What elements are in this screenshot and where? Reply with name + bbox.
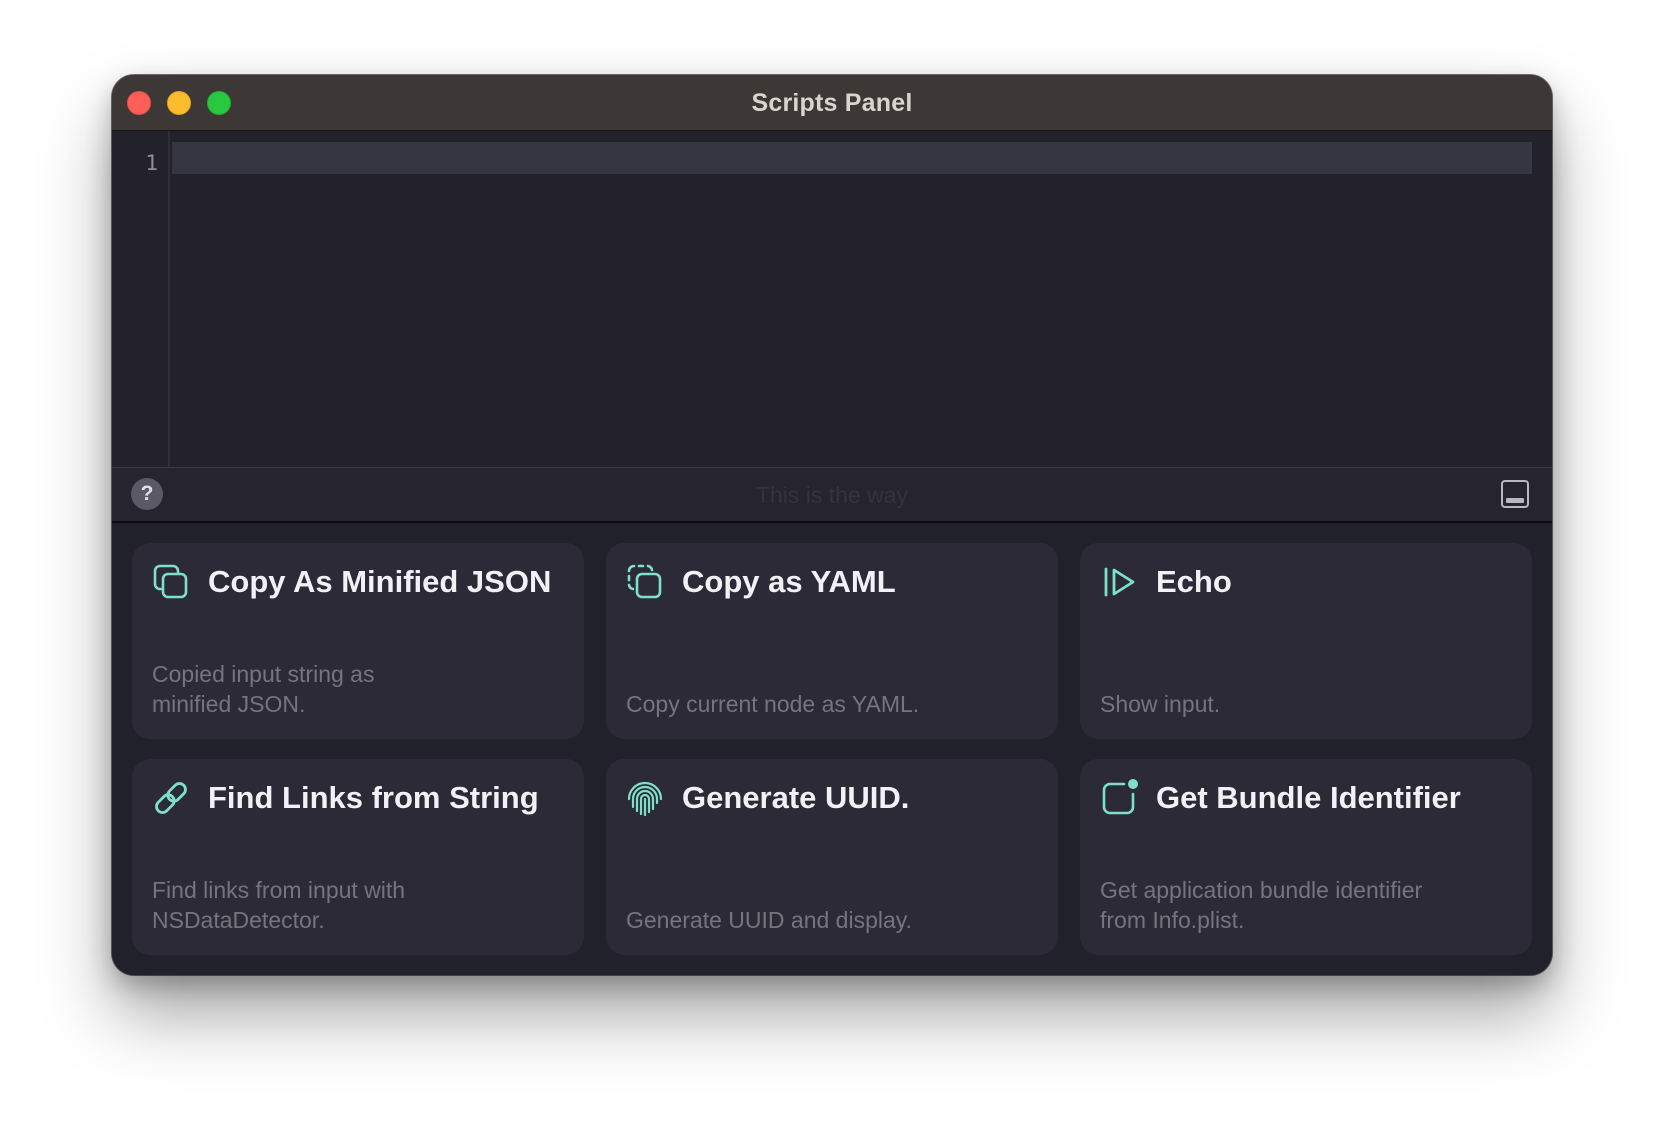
panel-bottom-icon [1506,498,1524,503]
fingerprint-icon [627,781,663,817]
window-title: Scripts Panel [751,89,913,117]
script-title: Copy As Minified JSON [208,564,552,599]
script-description: Generate UUID and display. [626,907,912,933]
script-card-copy-as-yaml[interactable]: Copy as YAML Copy current node as YAML. [606,543,1058,739]
script-card-get-bundle-identifier[interactable]: Get Bundle Identifier Get application bu… [1080,759,1532,955]
scripts-panel-window: Scripts Panel 1 ? This is the way Copy A… [112,75,1552,975]
current-line-highlight[interactable] [172,142,1532,174]
script-title: Generate UUID. [682,780,910,815]
copy-dashed-icon [627,564,662,599]
toggle-panel-button[interactable] [1501,480,1529,508]
script-cards-grid: Copy As Minified JSON Copied input strin… [112,523,1552,975]
script-input-editor[interactable]: 1 [112,131,1552,467]
script-description: Find links from input with NSDataDetecto… [152,877,406,933]
script-title: Echo [1156,564,1232,599]
script-description: Copied input string as minified JSON. [152,661,375,717]
script-card-copy-as-minified-json[interactable]: Copy As Minified JSON Copied input strin… [132,543,584,739]
play-icon [1104,567,1135,597]
link-icon [155,782,187,814]
status-bar: ? This is the way [112,467,1552,523]
script-description: Copy current node as YAML. [626,691,920,717]
status-hint-text: This is the way [755,482,909,508]
line-number: 1 [145,151,158,175]
script-description: Show input. [1100,691,1221,717]
app-badge-icon [1102,779,1138,815]
script-card-echo[interactable]: Echo Show input. [1080,543,1532,739]
script-description: Get application bundle identifier from I… [1100,877,1423,933]
title-bar[interactable]: Scripts Panel [112,75,1552,131]
script-card-find-links-from-string[interactable]: Find Links from String Find links from i… [132,759,584,955]
copy-icon [153,564,188,599]
script-title: Find Links from String [208,780,539,815]
script-title: Get Bundle Identifier [1156,780,1461,815]
script-card-generate-uuid[interactable]: Generate UUID. Generate UUID and display… [606,759,1058,955]
line-number-gutter: 1 [112,131,170,467]
script-title: Copy as YAML [682,564,896,599]
